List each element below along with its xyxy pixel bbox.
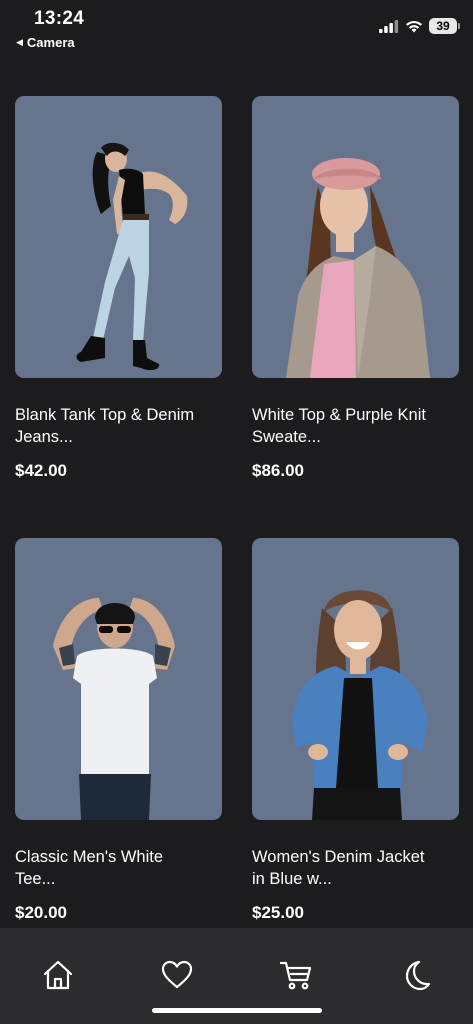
- product-card[interactable]: Women's Denim Jacket in Blue w... $25.00: [252, 538, 459, 923]
- heart-icon: [161, 960, 193, 989]
- cart-tab-button[interactable]: [279, 958, 313, 992]
- cart-icon: [280, 961, 312, 990]
- woman-in-pink-beret-and-gray-coat-photo: [286, 158, 430, 378]
- product-price: $25.00: [252, 903, 304, 922]
- product-grid: Blank Tank Top & Denim Jeans... $42.00 W…: [0, 0, 473, 1024]
- product-title[interactable]: Women's Denim Jacket in Blue w...: [252, 846, 459, 890]
- product-image[interactable]: [15, 538, 222, 820]
- product-card[interactable]: Blank Tank Top & Denim Jeans... $42.00: [15, 96, 222, 481]
- product-price: $42.00: [15, 461, 67, 480]
- woman-in-denim-jacket-photo: [292, 590, 428, 820]
- product-title[interactable]: White Top & Purple Knit Sweate...: [252, 404, 459, 448]
- dark-mode-toggle-button[interactable]: [398, 958, 432, 992]
- product-price: $20.00: [15, 903, 67, 922]
- product-image[interactable]: [252, 538, 459, 820]
- home-icon: [43, 960, 73, 990]
- home-indicator: [152, 1008, 322, 1013]
- man-in-white-tee-and-beanie-photo: [53, 598, 175, 820]
- product-image[interactable]: [15, 96, 222, 378]
- product-card[interactable]: Classic Men's White Tee... $20.00: [15, 538, 222, 923]
- product-image[interactable]: [252, 96, 459, 378]
- woman-in-black-tank-top-and-light-jeans-photo: [76, 142, 188, 371]
- moon-icon: [405, 960, 431, 991]
- home-tab-button[interactable]: [41, 958, 75, 992]
- favorites-tab-button[interactable]: [160, 958, 194, 992]
- product-title[interactable]: Classic Men's White Tee...: [15, 846, 222, 890]
- product-price: $86.00: [252, 461, 304, 480]
- product-title[interactable]: Blank Tank Top & Denim Jeans...: [15, 404, 222, 448]
- product-card[interactable]: White Top & Purple Knit Sweate... $86.00: [252, 96, 459, 481]
